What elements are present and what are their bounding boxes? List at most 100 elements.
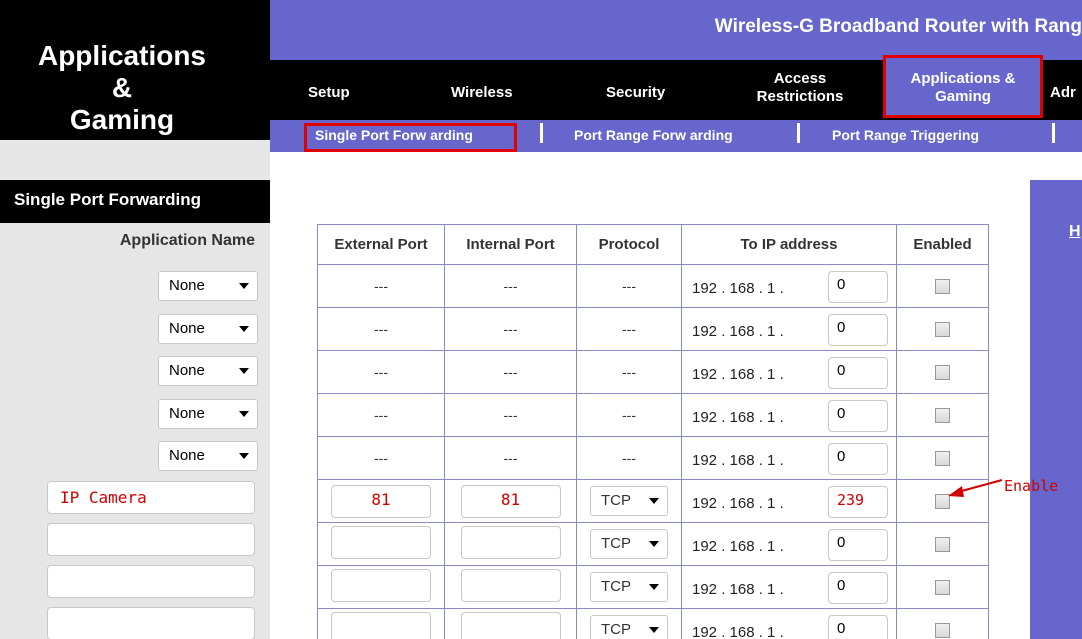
external-port-input[interactable]: 81: [331, 484, 431, 518]
tab-security[interactable]: Security: [606, 84, 665, 102]
external-port-input[interactable]: [331, 611, 431, 639]
internal-port-input[interactable]: [460, 611, 561, 639]
ip-last-octet-input[interactable]: 0: [828, 529, 888, 561]
ip-prefix: 192 . 168 . 1 .: [692, 452, 784, 469]
internal-port-cell: ---: [444, 350, 577, 394]
enabled-cell: [896, 608, 989, 639]
external-port-cell: ---: [317, 436, 445, 480]
application-name-input[interactable]: [47, 523, 255, 556]
application-name-input[interactable]: [47, 607, 255, 639]
tab-access-restrictions[interactable]: Access Restrictions: [735, 70, 865, 106]
chevron-down-icon: [649, 584, 659, 590]
tab-setup[interactable]: Setup: [308, 84, 350, 102]
ip-last-octet-input[interactable]: 0: [828, 271, 888, 303]
ip-prefix: 192 . 168 . 1 .: [692, 280, 784, 297]
enabled-cell: [896, 436, 989, 480]
protocol-select-value: TCP: [601, 578, 631, 595]
ip-address-cell: 192 . 168 . 1 . 0: [681, 307, 897, 351]
tab-apps-line1: Applications &: [910, 70, 1016, 87]
protocol-select-value: TCP: [601, 492, 631, 509]
ip-prefix: 192 . 168 . 1 .: [692, 409, 784, 426]
subnav-separator: [797, 123, 800, 143]
enabled-checkbox[interactable]: [935, 537, 950, 553]
ip-prefix: 192 . 168 . 1 .: [692, 323, 784, 340]
external-port-input[interactable]: [331, 568, 431, 602]
title-block: Applications & Gaming: [0, 0, 270, 140]
ip-last-octet-input[interactable]: 0: [828, 615, 888, 639]
ip-last-octet-input[interactable]: 0: [828, 357, 888, 389]
application-select-value: None: [169, 447, 205, 464]
protocol-cell: TCP: [576, 479, 682, 523]
tab-apps-line2: Gaming: [935, 88, 991, 105]
subtab-port-range-triggering[interactable]: Port Range Triggering: [832, 127, 979, 143]
subtab-port-range-forwarding[interactable]: Port Range Forw arding: [574, 127, 733, 143]
ip-address-cell: 192 . 168 . 1 . 0: [681, 608, 897, 639]
enabled-cell: [896, 307, 989, 351]
ip-last-octet-input[interactable]: 0: [828, 314, 888, 346]
subnav-separator: [540, 123, 543, 143]
ip-last-octet-input[interactable]: 0: [828, 572, 888, 604]
table-row: --- --- --- 192 . 168 . 1 . 0: [317, 264, 989, 308]
tab-applications-gaming[interactable]: Applications & Gaming: [886, 70, 1040, 106]
protocol-cell: TCP: [576, 608, 682, 639]
enable-annotation: Enable: [1004, 477, 1059, 495]
annotation-arrow-icon: [948, 479, 1003, 497]
ip-last-octet-input[interactable]: 0: [828, 400, 888, 432]
external-port-cell: ---: [317, 350, 445, 394]
application-select[interactable]: None: [158, 271, 258, 301]
empty-value: ---: [374, 449, 388, 466]
protocol-select[interactable]: TCP: [590, 486, 668, 516]
tab-administration[interactable]: Adr: [1050, 84, 1076, 102]
help-link[interactable]: H: [1069, 223, 1081, 241]
protocol-select[interactable]: TCP: [590, 572, 668, 602]
table-row: TCP 192 . 168 . 1 . 0: [317, 608, 989, 639]
subtab-single-port-forwarding[interactable]: Single Port Forw arding: [315, 127, 473, 143]
internal-port-cell: ---: [444, 436, 577, 480]
application-select-value: None: [169, 405, 205, 422]
external-port-input[interactable]: [331, 525, 431, 559]
application-select[interactable]: None: [158, 399, 258, 429]
column-header: Enabled: [896, 224, 989, 265]
empty-value: ---: [374, 406, 388, 423]
table-row: --- --- --- 192 . 168 . 1 . 0: [317, 350, 989, 394]
application-select-value: None: [169, 320, 205, 337]
page-title-line1: Applications &: [37, 40, 206, 103]
application-name-input[interactable]: [47, 565, 255, 598]
internal-port-input[interactable]: [460, 525, 561, 559]
ip-last-octet-input[interactable]: 0: [828, 443, 888, 475]
ip-address-cell: 192 . 168 . 1 . 0: [681, 393, 897, 437]
application-select[interactable]: None: [158, 314, 258, 344]
table-row: --- --- --- 192 . 168 . 1 . 0: [317, 307, 989, 351]
subnav-separator: [1052, 123, 1055, 143]
enabled-checkbox[interactable]: [935, 365, 950, 381]
tab-wireless[interactable]: Wireless: [451, 84, 513, 102]
protocol-select[interactable]: TCP: [590, 529, 668, 559]
external-port-cell: ---: [317, 264, 445, 308]
empty-value: ---: [622, 363, 636, 380]
application-select[interactable]: None: [158, 356, 258, 386]
protocol-cell: TCP: [576, 522, 682, 566]
ip-prefix: 192 . 168 . 1 .: [692, 366, 784, 383]
empty-value: ---: [622, 406, 636, 423]
enabled-checkbox[interactable]: [935, 451, 950, 467]
application-select[interactable]: None: [158, 441, 258, 471]
enabled-checkbox[interactable]: [935, 322, 950, 338]
internal-port-input[interactable]: [460, 568, 561, 602]
internal-port-input[interactable]: 81: [460, 484, 561, 518]
enabled-checkbox[interactable]: [935, 408, 950, 424]
table-row: 81 81 TCP 192 . 168 . 1 . 239: [317, 479, 989, 523]
application-name-input[interactable]: IP Camera: [47, 481, 255, 514]
table-row: TCP 192 . 168 . 1 . 0: [317, 522, 989, 566]
enabled-checkbox[interactable]: [935, 279, 950, 295]
chevron-down-icon: [239, 411, 249, 417]
empty-value: ---: [374, 320, 388, 337]
enabled-checkbox[interactable]: [935, 623, 950, 639]
column-header: External Port: [317, 224, 445, 265]
protocol-select[interactable]: TCP: [590, 615, 668, 639]
enabled-checkbox[interactable]: [935, 580, 950, 596]
ip-last-octet-input[interactable]: 239: [828, 486, 888, 518]
page-title-line2: Gaming: [69, 104, 175, 135]
empty-value: ---: [503, 449, 518, 466]
internal-port-cell: ---: [444, 264, 577, 308]
protocol-cell: ---: [576, 350, 682, 394]
